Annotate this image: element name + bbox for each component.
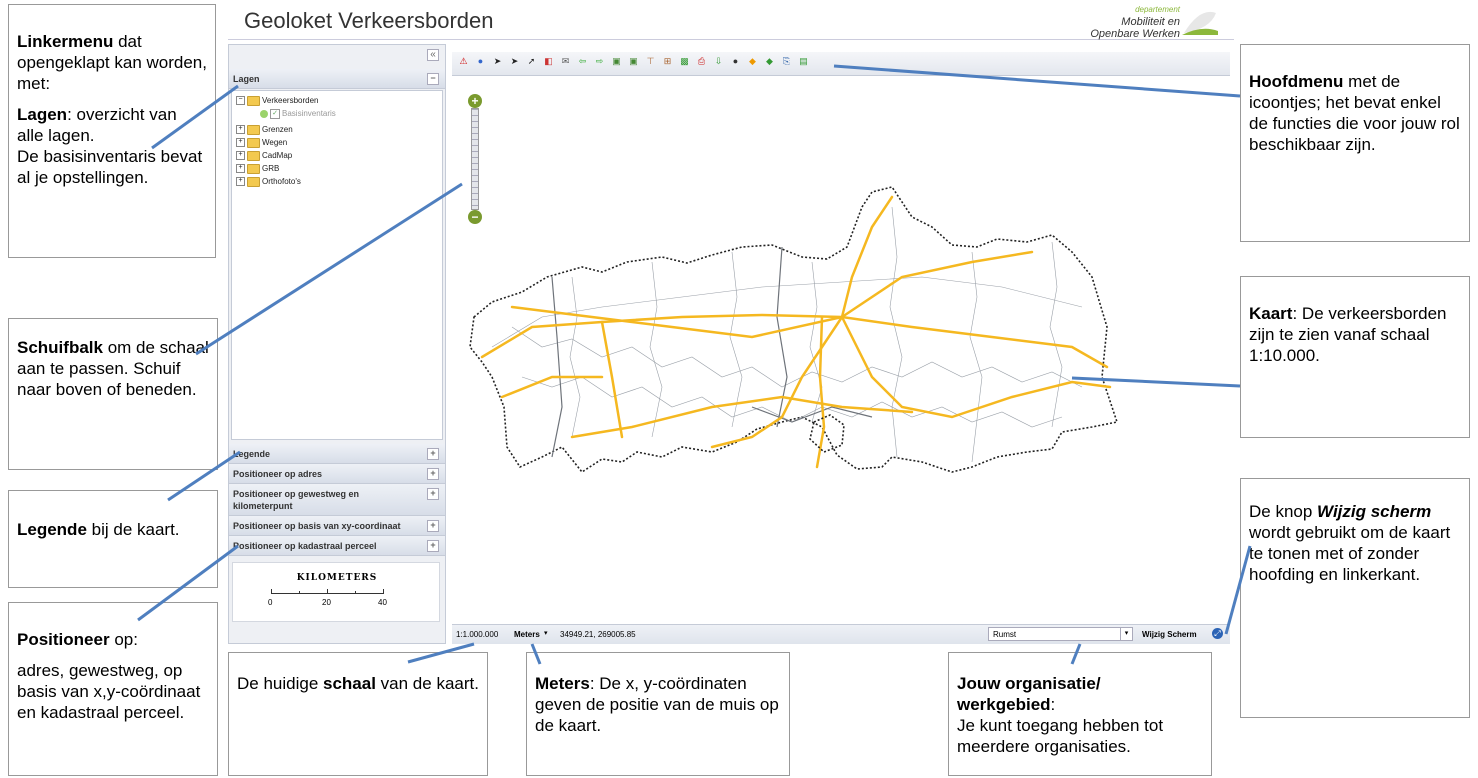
pointer-line-position [137, 544, 239, 622]
pointer-line-main-menu [833, 64, 1241, 98]
pointer-line-meters [530, 643, 542, 665]
pointer-line-map [1071, 376, 1241, 388]
pointer-line-legend [167, 450, 241, 502]
pointer-line-layers [151, 84, 239, 150]
pointer-line-organisation [1070, 643, 1082, 665]
pointer-line-change-screen [1224, 545, 1252, 635]
pointer-line-scale [407, 642, 475, 664]
callout-pointer-lines [137, 64, 1252, 665]
pointer-line-slider [195, 182, 463, 356]
